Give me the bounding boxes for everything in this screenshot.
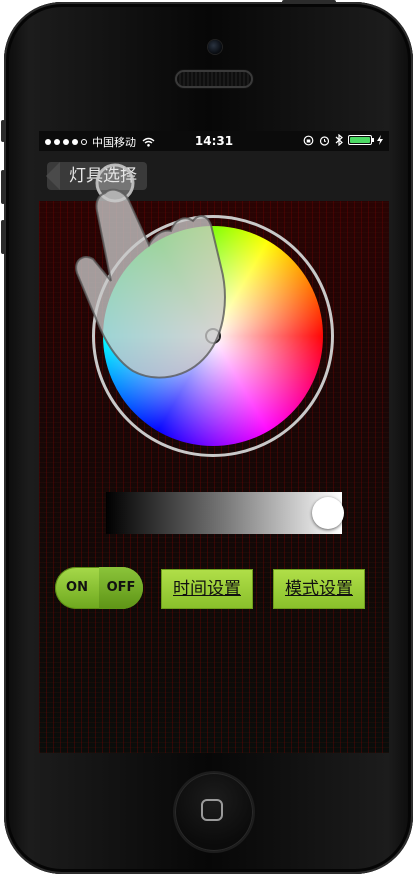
mode-settings-button[interactable]: 模式设置 [273, 569, 365, 609]
mute-switch [1, 120, 5, 142]
status-bar: 中国移动 14:31 [39, 131, 389, 151]
power-toggle[interactable]: ON OFF [55, 567, 143, 609]
volume-down-button [1, 220, 5, 254]
home-button[interactable] [175, 773, 253, 851]
time-settings-button[interactable]: 时间设置 [161, 569, 253, 609]
status-right [303, 134, 383, 146]
charging-bolt-icon [377, 135, 383, 145]
home-square-icon [201, 799, 223, 821]
rotation-lock-icon [303, 135, 314, 145]
brightness-slider[interactable] [106, 492, 344, 534]
toggle-off-label: OFF [99, 567, 143, 609]
battery-level [350, 137, 370, 143]
phone-frame: 中国移动 14:31 ON OFF 时间设置 模式设置 [1, 0, 413, 874]
power-button [282, 0, 336, 4]
tap-hand-icon [75, 163, 226, 379]
front-camera [208, 40, 222, 54]
screen: 中国移动 14:31 ON OFF 时间设置 模式设置 [39, 131, 389, 753]
earpiece-speaker [175, 70, 253, 88]
volume-up-button [1, 170, 5, 204]
brightness-slider-knob[interactable] [312, 497, 344, 529]
battery-icon [348, 135, 374, 145]
toggle-on-label: ON [66, 580, 88, 595]
bluetooth-icon [335, 134, 343, 146]
alarm-icon [319, 135, 330, 146]
